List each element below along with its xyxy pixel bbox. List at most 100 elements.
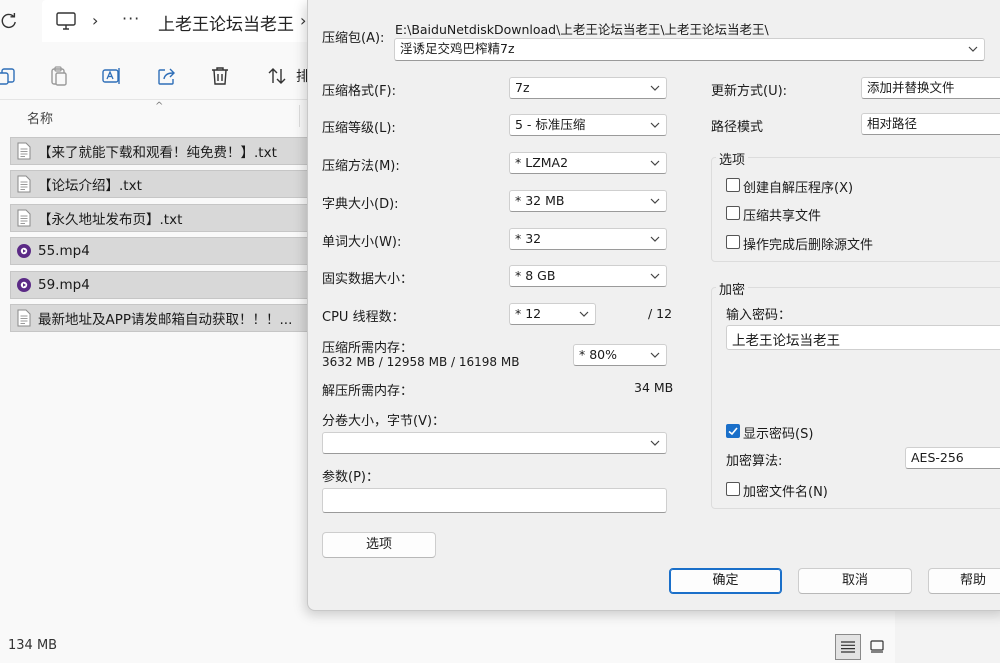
column-name-header[interactable]: 名称 [27,108,53,127]
chevron-down-icon[interactable] [650,438,660,448]
show-password-label[interactable]: 显示密码(S) [743,423,813,442]
file-name: 55.mp4 [38,243,90,260]
cancel-button[interactable]: 取消 [798,568,912,594]
archive-name-combo[interactable]: 淫诱足交鸡巴榨精7z [394,38,985,61]
sort-ascending-icon: ^ [155,101,164,112]
word-label: 单词大小(W): [322,235,402,250]
split-combo[interactable] [322,432,667,454]
breadcrumb-more[interactable]: ··· [122,9,140,28]
dict-label: 字典大小(D): [322,197,399,212]
update-mode-combo[interactable]: 添加并替换文件 [861,77,1000,99]
chevron-down-icon[interactable] [650,120,660,130]
enc-method-combo[interactable]: AES-256 [905,447,1000,469]
mem-value: * 80% [579,347,618,362]
decomp-label: 解压所需内存： [322,384,414,399]
options-button[interactable]: 选项 [322,532,436,558]
level-label: 压缩等级(L): [322,121,396,136]
mem-label: 压缩所需内存： [322,341,414,356]
mem-detail: 3632 MB / 12958 MB / 16198 MB [322,355,520,369]
chevron-down-icon[interactable] [650,158,660,168]
status-selection-size: 134 MB [8,638,58,653]
path-mode-value: 相对路径 [867,116,918,131]
refresh-icon[interactable] [0,12,18,30]
details-view-icon[interactable] [835,634,861,660]
file-list-item[interactable]: 59.mp4 [10,270,310,299]
dict-combo[interactable]: * 32 MB [509,190,667,212]
cpu-value: * 12 [515,306,542,321]
delete-after-checkbox[interactable] [726,235,740,249]
rename-icon[interactable] [101,65,123,87]
level-combo[interactable]: 5 - 标准压缩 [509,114,667,136]
update-mode-label: 更新方式(U): [711,84,788,99]
enc-method-value: AES-256 [911,450,964,465]
file-name: 【永久地址发布页】.txt [38,211,183,228]
show-password-checkbox[interactable] [726,424,740,438]
password-value: 上老王论坛当老王 [732,333,840,349]
decomp-value: 34 MB [634,380,674,395]
params-input[interactable] [322,488,667,513]
shared-files-checkbox[interactable] [726,206,740,220]
file-list-item[interactable]: 【论坛介绍】.txt [10,170,310,199]
file-name: 59.mp4 [38,276,90,293]
chevron-down-icon[interactable] [650,234,660,244]
archive-name-value: 淫诱足交鸡巴榨精7z [400,41,515,56]
encrypt-names-checkbox[interactable] [726,482,740,496]
password-label: 输入密码： [726,308,792,323]
method-combo[interactable]: * LZMA2 [509,152,667,174]
shared-files-label[interactable]: 压缩共享文件 [743,205,821,224]
paste-icon[interactable] [48,65,70,87]
text-file-icon [16,209,32,227]
column-divider[interactable] [299,105,300,127]
format-label: 压缩格式(F): [322,84,397,99]
text-file-icon [16,309,32,327]
text-file-icon [16,175,32,193]
checkmark-icon [728,427,738,436]
archive-path: E:\BaiduNetdiskDownload\上老王论坛当老王\上老王论坛当老… [395,22,769,37]
cpu-label: CPU 线程数： [322,310,405,325]
format-combo[interactable]: 7z [509,77,667,99]
mem-combo[interactable]: * 80% [573,344,667,366]
word-combo[interactable]: * 32 [509,228,667,250]
password-input[interactable]: 上老王论坛当老王 [726,325,1000,350]
split-label: 分卷大小，字节(V)： [322,414,446,429]
cpu-combo[interactable]: * 12 [509,303,596,325]
chevron-down-icon[interactable] [650,83,660,93]
computer-icon[interactable] [55,11,77,31]
help-button[interactable]: 帮助 [928,568,1000,594]
sort-icon[interactable] [266,65,288,87]
file-list-item[interactable]: 【永久地址发布页】.txt [10,203,310,232]
ok-button[interactable]: 确定 [669,568,782,594]
options-group-title: 选项 [716,149,749,168]
share-icon[interactable] [156,65,178,87]
sfx-checkbox[interactable] [726,178,740,192]
video-file-icon [16,242,32,260]
file-name: 【论坛介绍】.txt [38,178,142,195]
chevron-down-icon[interactable] [650,196,660,206]
level-value: 5 - 标准压缩 [515,117,586,132]
file-list-item[interactable]: 【来了就能下载和观看！纯免费！】.txt [10,137,310,165]
method-label: 压缩方法(M): [322,159,400,174]
params-label: 参数(P)： [322,470,379,485]
copy-icon[interactable] [0,65,18,87]
path-mode-combo[interactable]: 相对路径 [861,113,1000,135]
breadcrumb-folder[interactable]: 上老王论坛当老王 [158,10,294,35]
sfx-label[interactable]: 创建自解压程序(X) [743,177,853,196]
chevron-down-icon[interactable] [650,271,660,281]
chevron-down-icon[interactable] [579,309,589,319]
breadcrumb-separator: › [300,11,307,30]
file-name: 【来了就能下载和观看！纯免费！】.txt [38,145,277,161]
tiles-view-icon[interactable] [866,635,888,657]
add-to-archive-dialog: 压缩包(A): E:\BaiduNetdiskDownload\上老王论坛当老王… [307,0,1000,611]
chevron-down-icon[interactable] [968,44,978,54]
solid-combo[interactable]: * 8 GB [509,265,667,287]
word-value: * 32 [515,231,542,246]
file-list-item[interactable]: 最新地址及APP请发邮箱自动获取！！！... [10,303,310,332]
file-list-item[interactable]: 55.mp4 [10,237,310,266]
chevron-down-icon[interactable] [650,350,660,360]
cpu-max: / 12 [648,306,673,321]
delete-after-label[interactable]: 操作完成后删除源文件 [743,234,873,253]
solid-value: * 8 GB [515,268,556,283]
delete-icon[interactable] [209,65,231,87]
encrypt-names-label[interactable]: 加密文件名(N) [743,481,828,500]
encryption-group-title: 加密 [716,279,749,298]
